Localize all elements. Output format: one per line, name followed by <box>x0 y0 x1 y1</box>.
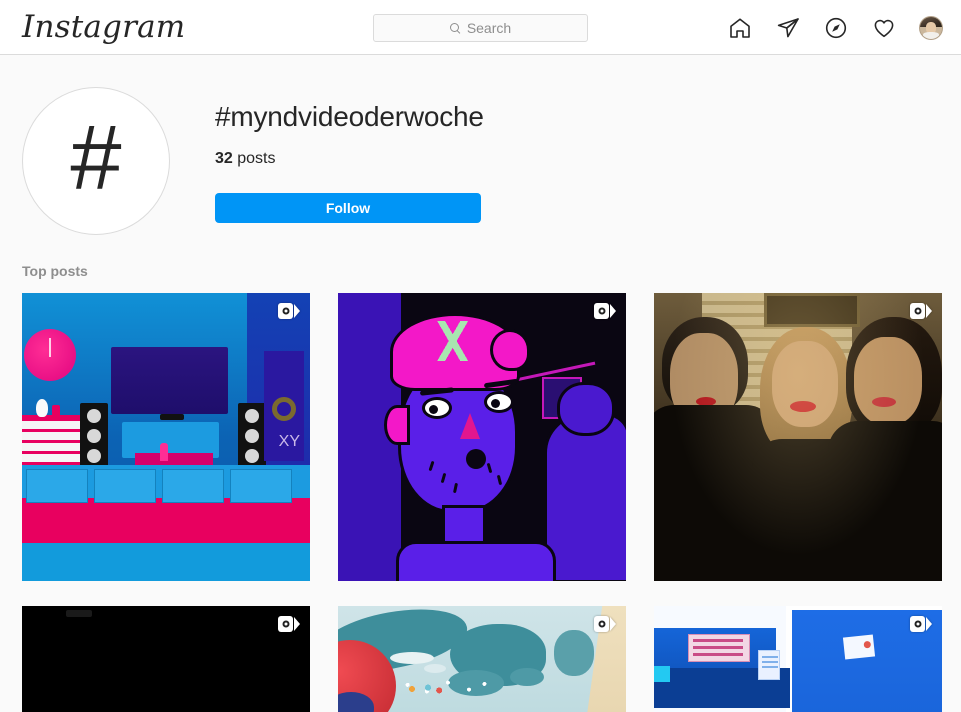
direct-message-icon[interactable] <box>775 15 801 41</box>
post-count: 32 posts <box>215 149 484 169</box>
instagram-logo[interactable]: Instagram <box>22 7 185 47</box>
avatar-body <box>923 31 939 39</box>
hash-glyph: # <box>70 107 122 209</box>
post-thumbnail[interactable] <box>338 293 626 581</box>
hashtag-avatar: # <box>22 87 170 235</box>
page-content: # #myndvideoderwoche 32 posts Follow Top… <box>0 55 961 712</box>
profile-avatar[interactable] <box>919 15 943 40</box>
search-input[interactable]: Search <box>373 14 588 42</box>
post-thumbnail[interactable] <box>338 606 626 712</box>
page-title: #myndvideoderwoche <box>215 101 484 132</box>
post-image <box>654 606 942 712</box>
post-count-value: 32 <box>215 150 233 167</box>
post-thumbnail[interactable] <box>654 293 942 581</box>
search-icon <box>449 22 461 34</box>
navbar-icon-group <box>727 0 943 55</box>
hashtag-header: # #myndvideoderwoche 32 posts Follow <box>22 55 939 255</box>
explore-compass-icon[interactable] <box>823 15 849 41</box>
follow-button[interactable]: Follow <box>215 193 481 223</box>
post-count-label: posts <box>232 150 276 167</box>
search-placeholder: Search <box>466 20 512 36</box>
search-container: Search <box>373 14 588 42</box>
post-image: XY <box>22 293 310 581</box>
post-thumbnail[interactable]: XY <box>22 293 310 581</box>
home-icon[interactable] <box>727 15 753 41</box>
post-image <box>22 606 310 712</box>
top-posts-label: Top posts <box>22 263 88 279</box>
hashtag-info: #myndvideoderwoche 32 posts Follow <box>215 87 484 223</box>
post-image <box>338 293 626 581</box>
post-thumbnail[interactable] <box>654 606 942 712</box>
activity-heart-icon[interactable] <box>871 15 897 41</box>
post-image <box>654 293 942 581</box>
post-thumbnail[interactable] <box>22 606 310 712</box>
top-navigation-bar: Instagram Search <box>0 0 961 55</box>
post-grid: XY <box>22 293 942 712</box>
post-image <box>338 606 626 712</box>
